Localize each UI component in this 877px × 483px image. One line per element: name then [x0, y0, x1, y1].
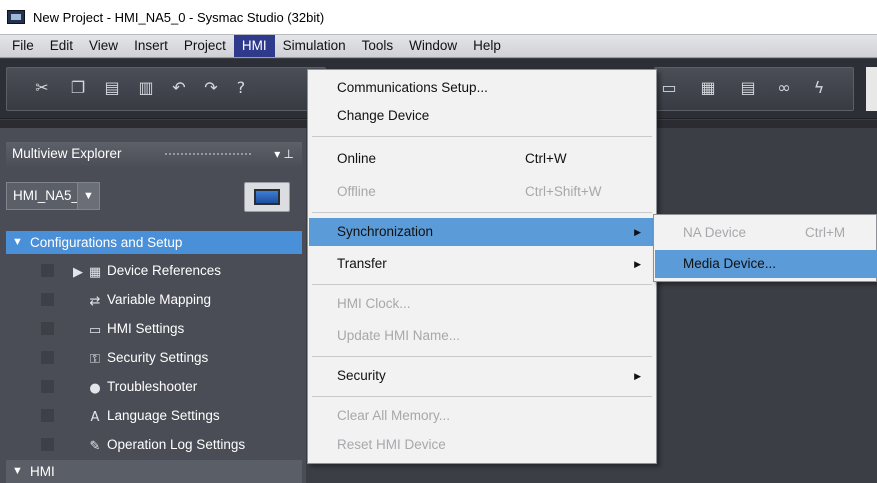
menu-edit[interactable]: Edit [42, 35, 81, 57]
tree-item-troubleshooter[interactable]: ● Troubleshooter [6, 375, 302, 398]
menu-tools[interactable]: Tools [354, 35, 402, 57]
menu-item-transfer[interactable]: Transfer ▶ [309, 250, 655, 278]
menu-item-update-hmi-name: Update HMI Name... [337, 328, 461, 343]
tree-indent-box [41, 322, 54, 335]
operation-log-icon: ✎ [89, 439, 101, 454]
synchronization-submenu: NA Device Ctrl+M Media Device... [653, 214, 877, 282]
tree-item-configurations-and-setup[interactable]: ▼ Configurations and Setup [6, 231, 302, 254]
collapse-icon[interactable]: ▼ [12, 231, 23, 254]
menu-item-communications-setup[interactable]: Communications Setup... [309, 74, 655, 102]
menu-separator [312, 356, 652, 357]
tree-item-operation-log-settings[interactable]: ✎ Operation Log Settings [6, 433, 302, 456]
submenu-arrow-icon: ▶ [634, 371, 641, 381]
tree-indent-box [41, 409, 54, 422]
tree-item-hmi[interactable]: ▼ HMI [6, 460, 302, 483]
hmi-settings-icon: ▭ [88, 323, 102, 338]
device-view-button[interactable] [244, 182, 290, 212]
transfer-icon[interactable]: ϟ [810, 77, 828, 99]
cut-icon[interactable]: ✂ [33, 77, 51, 99]
tree-indent-box [41, 351, 54, 364]
submenu-item-media-device[interactable]: Media Device... [655, 250, 877, 278]
title-bar: New Project - HMI_NA5_0 - Sysmac Studio … [0, 0, 877, 34]
tree-indent-box [41, 438, 54, 451]
tree-indent-box [41, 380, 54, 393]
menu-separator [312, 284, 652, 285]
menu-file[interactable]: File [4, 35, 42, 57]
menu-bar: File Edit View Insert Project HMI Simula… [0, 34, 877, 58]
list-icon[interactable]: ▤ [739, 77, 757, 99]
submenu-item-na-device: NA Device Ctrl+M [683, 225, 846, 240]
menu-item-online[interactable]: Online Ctrl+W [309, 145, 655, 173]
menu-item-hmi-clock: HMI Clock... [337, 296, 411, 311]
build-icon[interactable]: ▦ [699, 77, 717, 99]
menu-item-reset-hmi-device: Reset HMI Device [337, 437, 446, 452]
submenu-arrow-icon: ▶ [634, 227, 641, 237]
collapse-icon[interactable]: ▼ [12, 460, 23, 483]
tree-item-security-settings[interactable]: ⚿ Security Settings [6, 346, 302, 369]
window-icon[interactable]: ▭ [660, 77, 678, 99]
security-settings-icon: ⚿ [90, 352, 100, 367]
copy-icon[interactable]: ❐ [69, 77, 87, 99]
device-references-icon: ▦ [88, 265, 102, 280]
help-icon[interactable]: ? [232, 77, 250, 99]
variable-mapping-icon: ⇄ [89, 294, 101, 309]
toolbar-right-edge [866, 67, 877, 111]
explorer-title: Multiview Explorer [12, 146, 122, 161]
menu-project[interactable]: Project [176, 35, 234, 57]
tree-indent-box [41, 264, 54, 277]
device-select[interactable]: HMI_NA5_0 ▼ [6, 182, 100, 210]
menu-help[interactable]: Help [465, 35, 509, 57]
tree-item-language-settings[interactable]: A Language Settings [6, 404, 302, 427]
menu-separator [312, 396, 652, 397]
menu-window[interactable]: Window [401, 35, 465, 57]
menu-hmi[interactable]: HMI [233, 35, 275, 57]
submenu-arrow-icon: ▶ [634, 259, 641, 269]
tree-item-hmi-settings[interactable]: ▭ HMI Settings [6, 317, 302, 340]
menu-insert[interactable]: Insert [126, 35, 176, 57]
paste-icon[interactable]: ▤ [103, 77, 121, 99]
hmi-menu-dropdown: Communications Setup... Change Device On… [307, 69, 657, 464]
chevron-down-icon[interactable]: ▼ [77, 183, 99, 209]
tree-indent-box [41, 293, 54, 306]
window-title: New Project - HMI_NA5_0 - Sysmac Studio … [33, 9, 325, 25]
troubleshooter-icon: ● [89, 381, 101, 396]
menu-item-offline: Offline Ctrl+Shift+W [337, 184, 602, 199]
menu-item-security[interactable]: Security ▶ [309, 362, 655, 390]
delete-icon[interactable]: ▥ [137, 77, 155, 99]
menu-separator [312, 136, 652, 137]
pin-icon[interactable]: ▾ ⊥ [274, 142, 294, 166]
menu-item-clear-all-memory: Clear All Memory... [337, 408, 451, 423]
tree-item-device-references[interactable]: ▶ ▦ Device References [6, 259, 302, 282]
online-icon[interactable]: ∞ [775, 77, 793, 99]
device-select-value: HMI_NA5_0 [13, 188, 87, 203]
explorer-header: Multiview Explorer ▾ ⊥ [6, 142, 302, 166]
menu-item-synchronization[interactable]: Synchronization ▶ [309, 218, 655, 246]
multiview-explorer: Multiview Explorer ▾ ⊥ HMI_NA5_0 ▼ ▼ Con… [0, 128, 306, 483]
menu-simulation[interactable]: Simulation [275, 35, 354, 57]
menu-view[interactable]: View [81, 35, 126, 57]
menu-item-change-device[interactable]: Change Device [309, 102, 655, 130]
menu-separator [312, 212, 652, 213]
toolbar-edit-group [6, 67, 326, 111]
drag-handle[interactable] [164, 152, 252, 157]
language-settings-icon: A [90, 410, 100, 425]
sysmac-app-icon [7, 10, 25, 24]
hmi-screen-icon [254, 189, 280, 205]
redo-icon[interactable]: ↷ [202, 77, 220, 99]
undo-icon[interactable]: ↶ [170, 77, 188, 99]
tree-item-variable-mapping[interactable]: ⇄ Variable Mapping [6, 288, 302, 311]
expand-icon[interactable]: ▶ [69, 261, 87, 284]
